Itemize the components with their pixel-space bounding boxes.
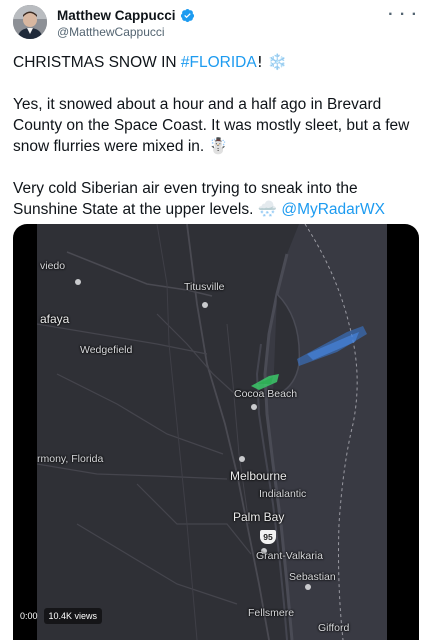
map-label-oviedo: viedo	[40, 260, 66, 272]
map-label-titusville: Titusville	[184, 281, 225, 293]
tweet-p1-suffix: ! ❄️	[256, 53, 288, 71]
map-label-cocoa-beach: Cocoa Beach	[234, 388, 298, 400]
author-display-name[interactable]: Matthew Cappucci	[57, 8, 176, 23]
tweet: Matthew Cappucci @MatthewCappucci · · · …	[0, 0, 434, 640]
map-label-indialantic: Indialantic	[259, 488, 307, 500]
map-label-grant-valkaria: Grant-Valkaria	[256, 550, 323, 562]
map-label-wedgefield: Wedgefield	[80, 344, 133, 356]
map-label-gifford: Gifford	[318, 622, 350, 634]
radar-map: viedo Titusville afaya Wedgefield Cocoa …	[37, 224, 387, 640]
map-dot-titusville	[202, 302, 208, 308]
tweet-paragraph-3: Very cold Siberian air even trying to sn…	[13, 178, 423, 220]
more-options-icon[interactable]: · · ·	[388, 6, 418, 24]
tweet-paragraph-1: CHRISTMAS SNOW IN #FLORIDA! ❄️	[13, 52, 423, 73]
video-elapsed-time: 0:00	[20, 611, 38, 621]
map-label-palm-bay: Palm Bay	[233, 510, 285, 524]
map-label-melbourne: Melbourne	[230, 469, 287, 483]
tweet-text: CHRISTMAS SNOW IN #FLORIDA! ❄️ Yes, it s…	[13, 52, 423, 220]
tweet-p1-prefix: CHRISTMAS SNOW IN	[13, 54, 181, 71]
map-label-harmony: rmony, Florida	[37, 453, 104, 465]
interstate-shield-icon: 95	[260, 530, 276, 544]
author-name-row: Matthew Cappucci	[57, 8, 195, 23]
map-dot-melbourne	[239, 456, 245, 462]
map-dot-oviedo	[75, 279, 81, 285]
map-label-sebastian: Sebastian	[289, 571, 336, 583]
avatar-photo	[13, 5, 47, 39]
mention-link[interactable]: @MyRadarWX	[281, 201, 385, 218]
video-view-count: 10.4K views	[43, 608, 103, 624]
video-player[interactable]: viedo Titusville afaya Wedgefield Cocoa …	[13, 224, 419, 640]
video-stats: 0:00 10.4K views	[20, 608, 103, 624]
tweet-paragraph-2: Yes, it snowed about a hour and a half a…	[13, 96, 410, 155]
map-dot-sebastian	[305, 584, 311, 590]
avatar[interactable]	[13, 5, 47, 39]
hashtag-link[interactable]: #FLORIDA	[181, 54, 257, 71]
map-label-lafayette: afaya	[40, 312, 70, 326]
author-handle[interactable]: @MatthewCappucci	[57, 25, 165, 39]
map-dot-cocoa-beach	[251, 404, 257, 410]
verified-badge-icon	[180, 8, 194, 23]
map-label-fellsmere: Fellsmere	[248, 607, 295, 619]
